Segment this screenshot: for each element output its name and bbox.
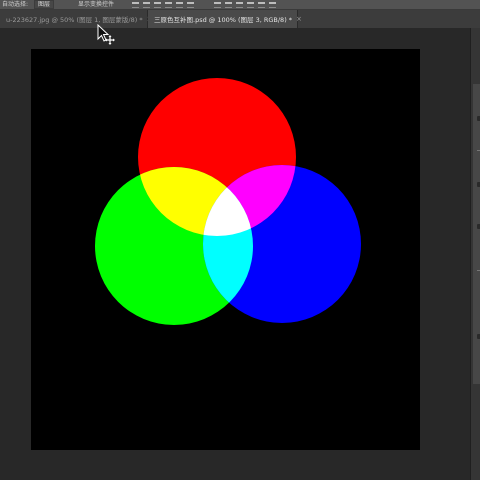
show-transform-controls-checkbox[interactable]: 显示变换控件	[78, 1, 114, 9]
document-tab-bar: u-223627.jpg @ 50% (图层 1, 图层蒙版/8) * × 三原…	[0, 10, 480, 28]
distribute-vcenter-icon[interactable]	[225, 1, 233, 8]
align-buttons-group	[132, 1, 277, 8]
tab-label: u-223627.jpg @ 50% (图层 1, 图层蒙版/8) *	[6, 16, 143, 24]
distribute-left-icon[interactable]	[247, 1, 255, 8]
align-left-icon[interactable]	[165, 1, 173, 8]
layer-select-dropdown[interactable]: 图层	[34, 0, 55, 9]
align-right-icon[interactable]	[187, 1, 195, 8]
tab-document-1[interactable]: u-223627.jpg @ 50% (图层 1, 图层蒙版/8) * ×	[0, 10, 152, 28]
align-hcenter-icon[interactable]	[176, 1, 184, 8]
distribute-right-icon[interactable]	[269, 1, 277, 8]
workspace	[0, 28, 470, 480]
tab-document-2[interactable]: 三原色互补图.psd @ 100% (图层 3, RGB/8) * ×	[148, 10, 302, 28]
distribute-bottom-icon[interactable]	[236, 1, 244, 8]
arrow-move-cursor-icon	[97, 24, 115, 45]
close-icon[interactable]: ×	[296, 15, 302, 23]
align-vcenter-icon[interactable]	[143, 1, 151, 8]
panel-dock[interactable]	[473, 84, 480, 384]
tab-label: 三原色互补图.psd @ 100% (图层 3, RGB/8) *	[154, 16, 293, 24]
distribute-top-icon[interactable]	[214, 1, 222, 8]
align-top-icon[interactable]	[132, 1, 140, 8]
options-bar: 自动选择: 图层 显示变换控件	[0, 0, 480, 10]
right-panel-strip	[470, 28, 480, 480]
document-canvas[interactable]	[31, 49, 420, 450]
auto-select-label: 自动选择:	[2, 0, 29, 8]
rgb-venn-artwork	[95, 78, 361, 325]
distribute-hcenter-icon[interactable]	[258, 1, 266, 8]
align-bottom-icon[interactable]	[154, 1, 162, 8]
